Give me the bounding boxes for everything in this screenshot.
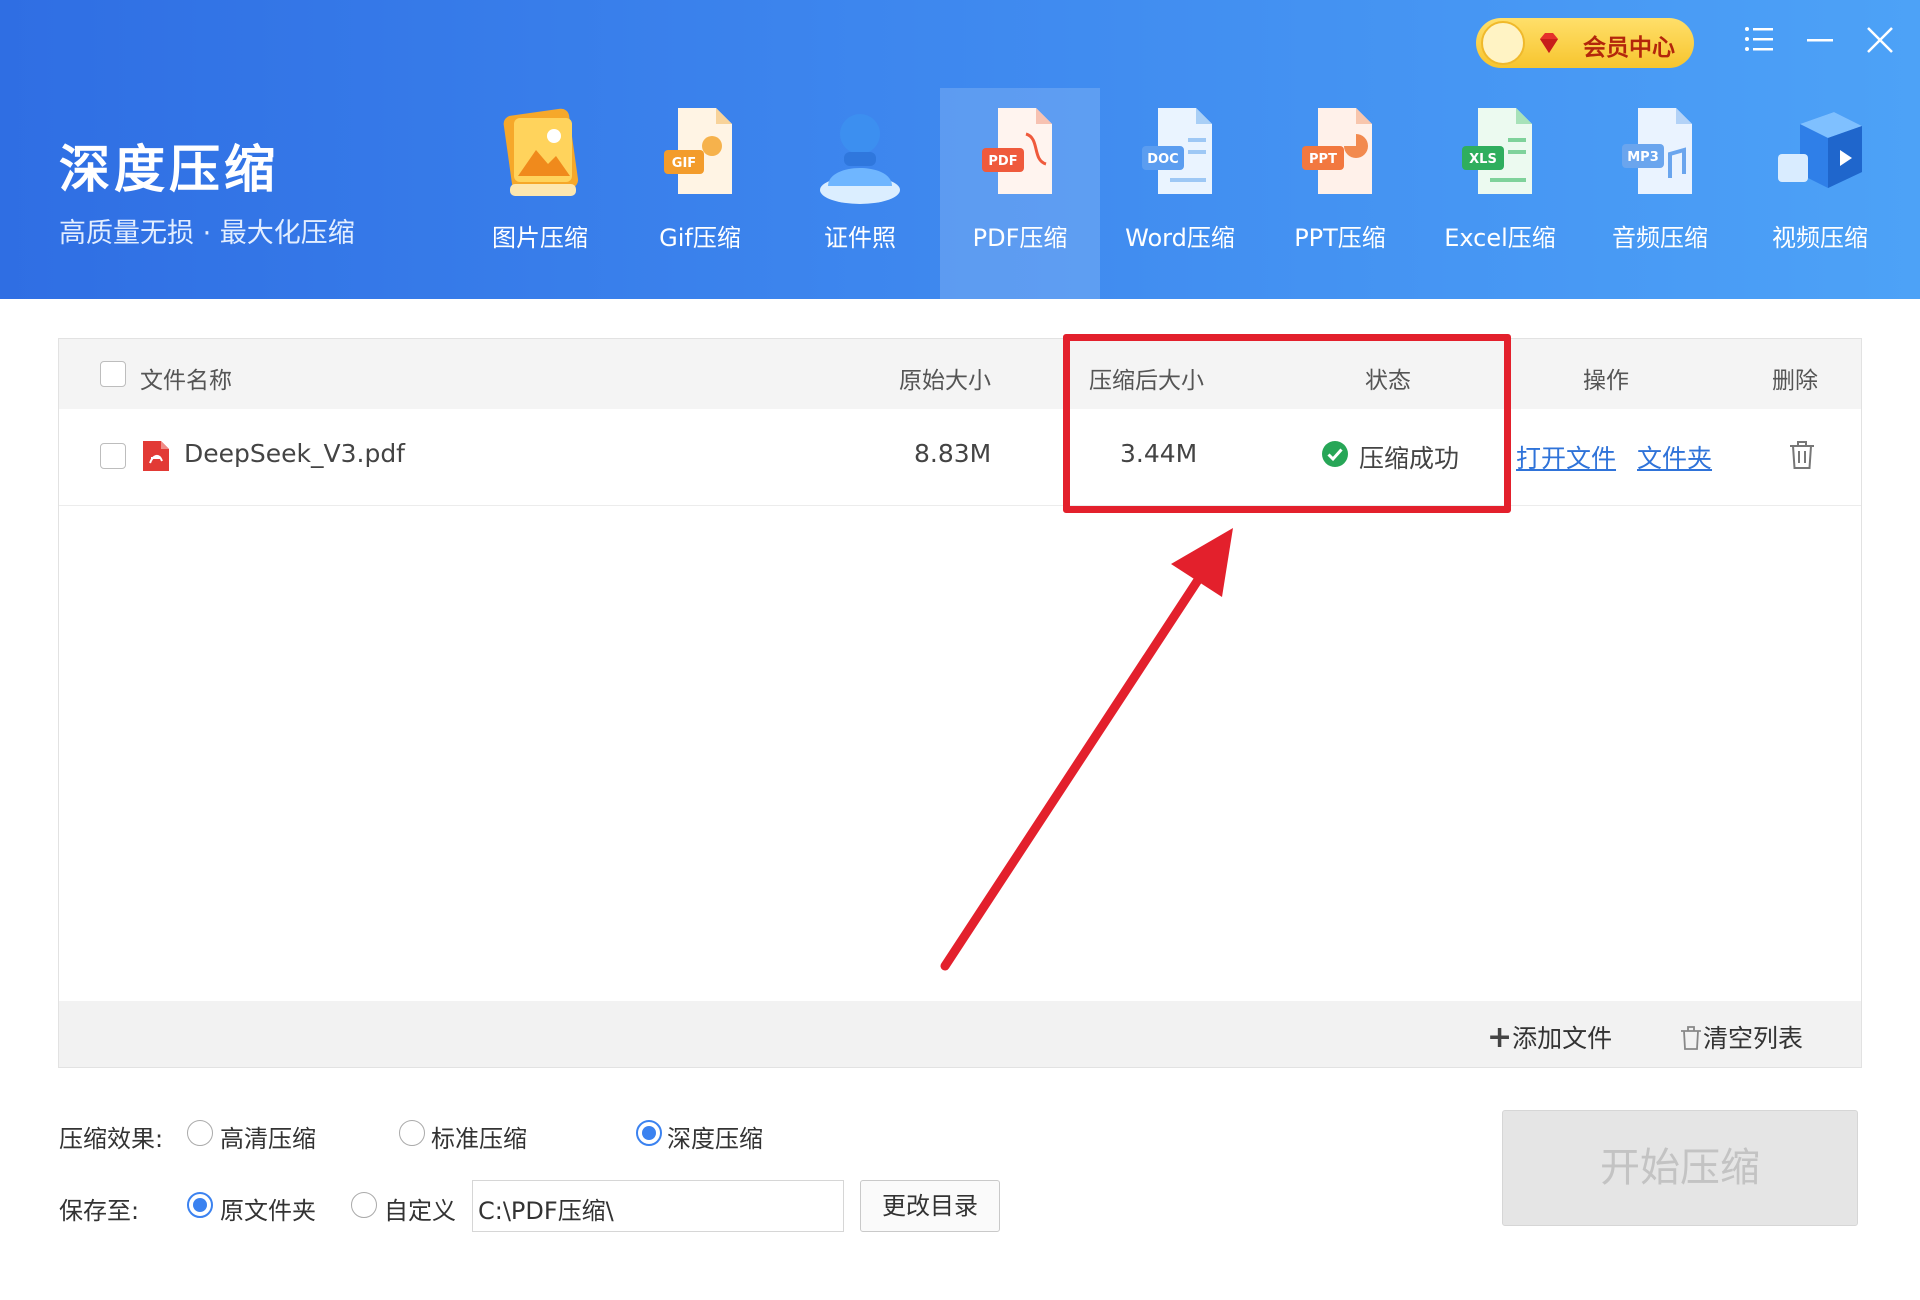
app-subtitle: 高质量无损 · 最大化压缩 — [59, 218, 355, 249]
save-original-folder-radio[interactable] — [187, 1192, 213, 1218]
tab-gif-compress[interactable]: GIF Gif压缩 — [620, 88, 780, 299]
word-compress-icon: DOC — [1142, 108, 1212, 194]
image-compress-icon — [503, 108, 579, 196]
audio-compress-icon: MP3 — [1622, 108, 1692, 194]
change-directory-button[interactable]: 更改目录 — [860, 1180, 1000, 1232]
open-folder-link[interactable]: 文件夹 — [1637, 439, 1712, 475]
effect-hd-label[interactable]: 高清压缩 — [220, 1119, 316, 1154]
success-check-icon — [1322, 441, 1348, 467]
save-original-folder-label[interactable]: 原文件夹 — [220, 1191, 316, 1226]
clear-list-button[interactable]: 清空列表 — [1679, 1019, 1803, 1055]
effect-standard-radio[interactable] — [399, 1120, 425, 1146]
tab-ppt-compress[interactable]: PPT PPT压缩 — [1260, 88, 1420, 299]
pdf-file-icon — [143, 441, 169, 471]
tab-video-compress-label: 视频压缩 — [1772, 224, 1868, 252]
tab-audio-compress-label: 音频压缩 — [1612, 224, 1708, 252]
tab-excel-compress[interactable]: XLS Excel压缩 — [1420, 88, 1580, 299]
id-photo-icon — [820, 114, 900, 204]
pdf-compress-icon: PDF — [982, 108, 1052, 194]
save-custom-label[interactable]: 自定义 — [384, 1191, 456, 1226]
excel-compress-icon: XLS — [1462, 108, 1532, 194]
svg-text:XLS: XLS — [1469, 152, 1497, 167]
tab-excel-compress-label: Excel压缩 — [1444, 224, 1556, 252]
tab-image-compress[interactable]: 图片压缩 — [460, 88, 620, 299]
open-file-link[interactable]: 打开文件 — [1516, 439, 1616, 475]
trash-icon[interactable] — [1787, 439, 1817, 471]
tab-word-compress-label: Word压缩 — [1125, 224, 1235, 252]
header-original-size: 原始大小 — [899, 368, 991, 394]
effect-deep-radio[interactable] — [636, 1120, 662, 1146]
add-files-button[interactable]: +添加文件 — [1487, 1019, 1612, 1055]
mascot-icon — [1481, 21, 1525, 65]
menu-icon[interactable] — [1738, 18, 1782, 62]
file-name: DeepSeek_V3.pdf — [184, 439, 405, 468]
app-header: 深度压缩 高质量无损 · 最大化压缩 图片压缩 GIF Gif压缩 证件照 PD… — [0, 0, 1920, 299]
effect-standard-label[interactable]: 标准压缩 — [431, 1119, 527, 1154]
tab-gif-compress-label: Gif压缩 — [659, 224, 741, 252]
save-custom-radio[interactable] — [351, 1192, 377, 1218]
clear-list-label: 清空列表 — [1703, 1024, 1804, 1053]
effect-deep-label[interactable]: 深度压缩 — [667, 1119, 763, 1154]
plus-icon: + — [1487, 1020, 1513, 1055]
video-compress-icon — [1778, 112, 1862, 188]
vip-center-label: 会员中心 — [1583, 35, 1675, 61]
tab-video-compress[interactable]: 视频压缩 — [1740, 88, 1900, 299]
svg-text:GIF: GIF — [672, 156, 696, 171]
header-compressed-size: 压缩后大小 — [1089, 368, 1204, 394]
table-header: 文件名称 原始大小 压缩后大小 状态 操作 删除 — [59, 339, 1861, 409]
effect-hd-radio[interactable] — [187, 1120, 213, 1146]
tab-image-compress-label: 图片压缩 — [492, 224, 588, 252]
select-all-checkbox[interactable] — [100, 361, 126, 387]
row-checkbox[interactable] — [100, 443, 126, 469]
app-title: 深度压缩 — [59, 141, 280, 200]
start-compress-button[interactable]: 开始压缩 — [1502, 1110, 1858, 1226]
add-files-label: 添加文件 — [1512, 1024, 1613, 1053]
status-text: 压缩成功 — [1359, 444, 1460, 473]
tab-ppt-compress-label: PPT压缩 — [1294, 224, 1386, 252]
original-size: 8.83M — [914, 439, 992, 468]
svg-text:DOC: DOC — [1147, 152, 1178, 167]
tab-id-photo-label: 证件照 — [824, 224, 896, 252]
svg-text:PPT: PPT — [1309, 152, 1337, 167]
output-path-input[interactable]: C:\PDF压缩\ — [472, 1180, 844, 1232]
file-table: 文件名称 原始大小 压缩后大小 状态 操作 删除 DeepSeek_V3.pdf… — [58, 338, 1862, 1068]
tab-id-photo[interactable]: 证件照 — [780, 88, 940, 299]
close-icon[interactable] — [1858, 18, 1902, 62]
compress-effect-label: 压缩效果: — [59, 1125, 164, 1153]
tab-word-compress[interactable]: DOC Word压缩 — [1100, 88, 1260, 299]
header-status: 状态 — [1365, 368, 1411, 394]
ppt-compress-icon: PPT — [1302, 108, 1372, 194]
svg-text:MP3: MP3 — [1627, 150, 1659, 165]
compressed-size: 3.44M — [1120, 439, 1198, 468]
tab-pdf-compress[interactable]: PDF PDF压缩 — [940, 88, 1100, 299]
header-file-name: 文件名称 — [140, 368, 232, 394]
gif-compress-icon: GIF — [664, 108, 732, 194]
save-to-label: 保存至: — [59, 1197, 140, 1225]
table-footer: +添加文件 清空列表 — [59, 1001, 1861, 1067]
trash-small-icon — [1681, 1026, 1701, 1050]
tab-audio-compress[interactable]: MP3 音频压缩 — [1580, 88, 1740, 299]
table-row: DeepSeek_V3.pdf 8.83M 3.44M 压缩成功 打开文件 文件… — [59, 409, 1861, 506]
header-actions: 操作 — [1583, 368, 1629, 394]
vip-center-button[interactable]: 会员中心 — [1476, 18, 1694, 68]
minimize-icon[interactable] — [1798, 18, 1842, 62]
diamond-icon — [1540, 33, 1558, 53]
header-delete: 删除 — [1772, 368, 1818, 394]
tab-pdf-compress-label: PDF压缩 — [972, 224, 1068, 252]
svg-text:PDF: PDF — [988, 154, 1017, 169]
